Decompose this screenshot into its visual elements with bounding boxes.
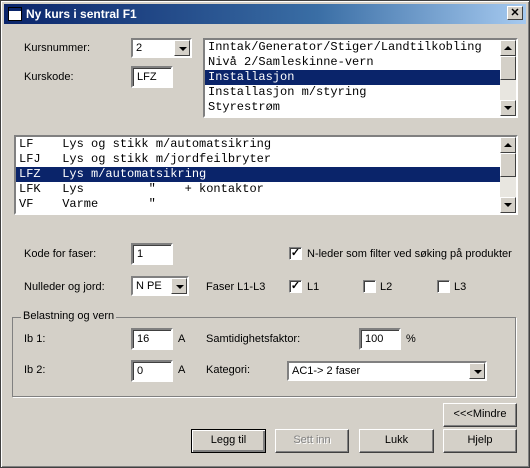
dialog-window: Ny kurs i sentral F1 ✕ Kursnummer: 2 Kur…: [0, 0, 530, 468]
l2-checkbox[interactable]: [363, 280, 376, 293]
list-item-selected[interactable]: Installasjon: [205, 70, 516, 85]
kode-faser-label: Kode for faser:: [24, 248, 97, 260]
scroll-down-icon[interactable]: [500, 100, 516, 116]
close-button[interactable]: ✕: [507, 6, 523, 20]
ib2-label: Ib 2:: [24, 364, 46, 376]
kurskode-value: LFZ: [137, 71, 157, 83]
scroll-up-icon[interactable]: [500, 40, 516, 56]
faser-label: Faser L1-L3: [206, 281, 266, 293]
category-list[interactable]: Inntak/Generator/Stiger/Landtilkobling N…: [203, 38, 518, 118]
nulleder-label: Nulleder og jord:: [24, 281, 105, 293]
nleder-filter-checkbox[interactable]: ✓: [289, 247, 302, 260]
kode-faser-input[interactable]: 1: [131, 243, 173, 265]
samtidighet-value: 100: [365, 333, 384, 345]
title-bar[interactable]: Ny kurs i sentral F1 ✕: [4, 4, 526, 24]
kursnummer-value: 2: [136, 42, 143, 54]
samtidighet-unit: %: [406, 333, 416, 345]
l3-checkbox[interactable]: [437, 280, 450, 293]
list-item[interactable]: Styrestrøm: [205, 100, 516, 115]
ib1-unit: A: [178, 333, 186, 345]
samtidighet-input[interactable]: 100: [359, 328, 401, 350]
ib2-value: 0: [137, 365, 144, 377]
scroll-up-icon[interactable]: [500, 137, 516, 153]
l2-label: L2: [380, 281, 393, 293]
kurskode-input[interactable]: LFZ: [131, 66, 173, 88]
list-item[interactable]: VF Varme ": [16, 197, 516, 212]
hjelp-button[interactable]: Hjelp: [443, 429, 517, 453]
chevron-down-icon[interactable]: [174, 40, 190, 56]
kurskode-label: Kurskode:: [24, 71, 74, 83]
vertical-scrollbar[interactable]: [500, 40, 516, 116]
l1-checkbox[interactable]: ✓: [289, 280, 302, 293]
list-item-selected[interactable]: LFZ Lys m/automatsikring: [16, 167, 516, 182]
belastning-group: [12, 317, 516, 397]
chevron-down-icon[interactable]: [469, 363, 485, 379]
legg-til-button[interactable]: Legg til: [191, 429, 266, 453]
list-item[interactable]: Inntak/Generator/Stiger/Landtilkobling: [205, 40, 516, 55]
ib1-input[interactable]: 16: [131, 328, 173, 350]
scroll-thumb[interactable]: [500, 153, 516, 177]
ib2-input[interactable]: 0: [131, 360, 173, 382]
l1-label: L1: [307, 281, 320, 293]
chevron-down-icon[interactable]: [171, 278, 187, 294]
kursnummer-label: Kursnummer:: [24, 42, 91, 54]
mindre-button[interactable]: <<<Mindre: [443, 403, 517, 427]
code-list[interactable]: LF Lys og stikk m/automatsikring LFJ Lys…: [14, 135, 518, 215]
kode-faser-value: 1: [137, 248, 144, 260]
ib1-label: Ib 1:: [24, 333, 46, 345]
lukk-button[interactable]: Lukk: [359, 429, 434, 453]
window-title: Ny kurs i sentral F1: [26, 7, 137, 21]
list-item[interactable]: LF Lys og stikk m/automatsikring: [16, 137, 516, 152]
kategori-value: AC1-> 2 faser: [292, 365, 361, 377]
kursnummer-select[interactable]: 2: [131, 38, 192, 58]
list-item[interactable]: LFK Lys " + kontaktor: [16, 182, 516, 197]
scroll-thumb[interactable]: [500, 56, 516, 80]
sett-inn-button[interactable]: Sett inn: [275, 429, 349, 453]
samtidighet-label: Samtidighetsfaktor:: [206, 333, 301, 345]
ib2-unit: A: [178, 364, 186, 376]
l3-label: L3: [454, 281, 467, 293]
kategori-label: Kategori:: [206, 364, 251, 376]
window-icon[interactable]: [8, 7, 22, 21]
nulleder-value: N PE: [136, 280, 162, 292]
scroll-down-icon[interactable]: [500, 197, 516, 213]
ib1-value: 16: [137, 333, 150, 345]
list-item[interactable]: Nivå 2/Samleskinne-vern: [205, 55, 516, 70]
belastning-legend: Belastning og vern: [21, 310, 117, 322]
nulleder-select[interactable]: N PE: [131, 276, 189, 296]
vertical-scrollbar[interactable]: [500, 137, 516, 213]
nleder-filter-label: N-leder som filter ved søking på produkt…: [307, 248, 512, 260]
list-item[interactable]: LFJ Lys og stikk m/jordfeilbryter: [16, 152, 516, 167]
list-item[interactable]: Installasjon m/styring: [205, 85, 516, 100]
kategori-select[interactable]: AC1-> 2 faser: [287, 361, 487, 381]
